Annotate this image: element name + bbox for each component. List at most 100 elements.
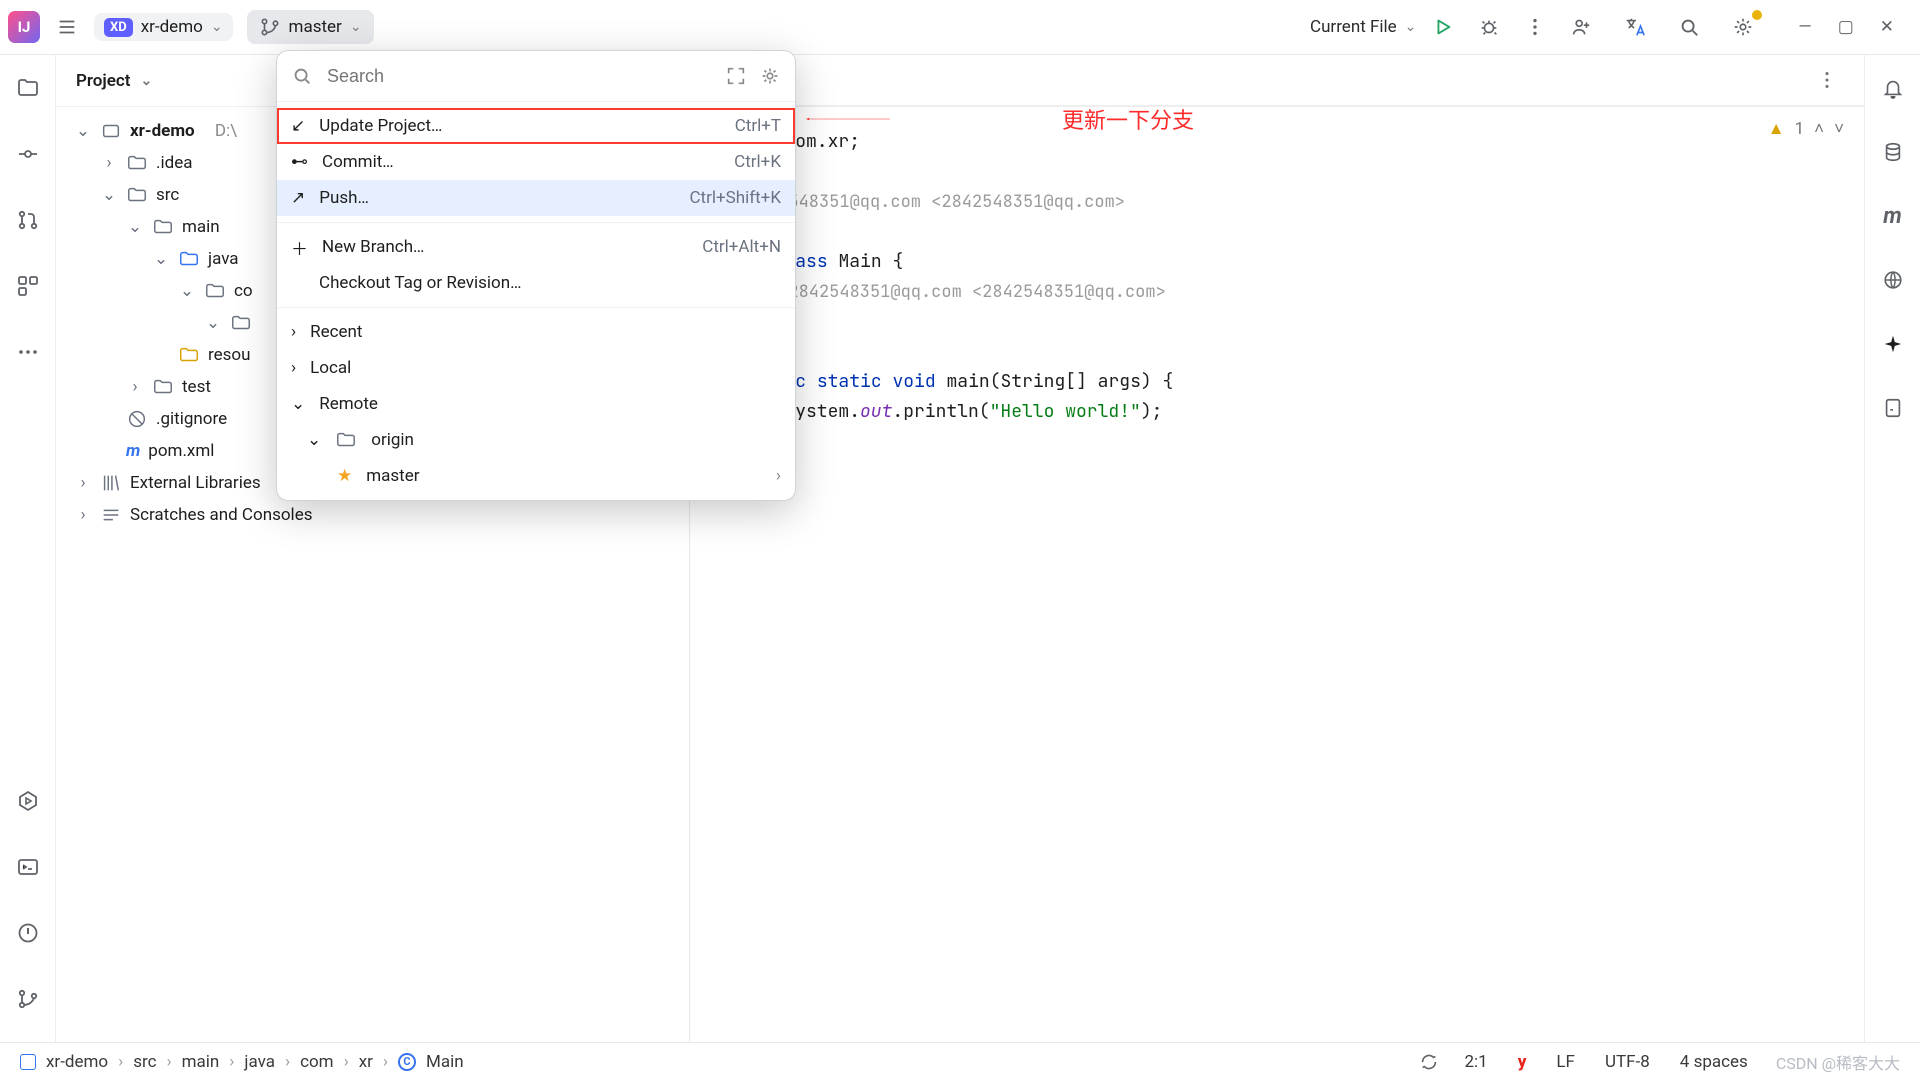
chevron-down-icon[interactable]: ˅ <box>1834 119 1844 139</box>
crumb[interactable]: src <box>133 1052 156 1072</box>
package-icon <box>204 280 226 302</box>
chevron-down-icon: ⌄ <box>211 19 223 35</box>
structure-tool-button[interactable] <box>9 267 47 305</box>
ai-tool-button[interactable] <box>1874 325 1912 363</box>
search-everywhere-button[interactable] <box>1670 8 1708 46</box>
crumb[interactable]: xr-demo <box>46 1052 108 1072</box>
menu-shortcut: Ctrl+T <box>735 116 781 136</box>
crumb[interactable]: Main <box>426 1052 464 1072</box>
menu-item-push[interactable]: ↗Push…Ctrl+Shift+K <box>277 180 795 216</box>
database-icon <box>1882 141 1904 163</box>
git-author-inline: 👤 2842548351@qq.com <2842548351@qq.com> <box>698 187 1864 217</box>
annotation-text: 更新一下分支 <box>1062 103 1194 135</box>
tree-label: src <box>156 185 179 205</box>
gear-icon[interactable] <box>759 65 781 87</box>
menu-group-local[interactable]: ›Local <box>277 350 795 386</box>
problems-tool-button[interactable] <box>9 914 47 952</box>
globe-tool-button[interactable] <box>1874 261 1912 299</box>
file-encoding[interactable]: UTF-8 <box>1605 1052 1650 1072</box>
commit-tool-button[interactable] <box>9 135 47 173</box>
tree-label: .idea <box>156 153 192 173</box>
pull-requests-tool-button[interactable] <box>9 201 47 239</box>
run-config-selector[interactable]: Current File ⌄ <box>1310 17 1416 37</box>
tree-label: co <box>234 281 253 301</box>
expand-icon[interactable] <box>725 65 747 87</box>
maven-tool-button[interactable]: m <box>1874 197 1912 235</box>
sparkle-icon <box>1882 333 1904 355</box>
translate-button[interactable] <box>1616 8 1654 46</box>
tab-options-button[interactable] <box>1808 61 1846 99</box>
ide-logo: IJ <box>8 11 40 43</box>
star-icon: ★ <box>337 466 352 486</box>
code-editor[interactable]: package com.xr; 👤 2842548351@qq.com <284… <box>690 107 1864 487</box>
crumb[interactable]: main <box>182 1052 220 1072</box>
close-button[interactable]: ✕ <box>1880 17 1894 37</box>
tree-label: resou <box>208 345 250 365</box>
branch-icon <box>16 987 40 1011</box>
folder-icon <box>335 429 357 451</box>
menu-label: Recent <box>310 322 781 342</box>
search-icon <box>291 65 313 87</box>
chevron-up-icon[interactable]: ˄ <box>1814 119 1824 139</box>
menu-label: Commit… <box>322 152 720 172</box>
more-tools-button[interactable] <box>9 333 47 371</box>
more-actions-button[interactable] <box>1516 8 1554 46</box>
git-author-inline: 👤 2842548351@qq.com <2842548351@qq.com> <box>698 277 1864 307</box>
chevron-down-icon: ⌄ <box>140 73 152 89</box>
menu-group-remote[interactable]: ⌄Remote <box>277 386 795 422</box>
chevron-down-icon: ⌄ <box>350 19 362 35</box>
code-text: (String[] args) { <box>990 370 1174 393</box>
menu-group-recent[interactable]: ›Recent <box>277 314 795 350</box>
y-indicator[interactable]: y <box>1518 1052 1527 1072</box>
terminal-tool-button[interactable] <box>9 848 47 886</box>
menu-item-origin-master[interactable]: ★master› <box>277 458 795 494</box>
structure-icon <box>16 274 40 298</box>
menu-label: New Branch… <box>322 237 688 257</box>
tree-node-scratches[interactable]: ›Scratches and Consoles <box>56 499 689 531</box>
class-crumb-icon: C <box>398 1053 416 1071</box>
push-icon: ↗ <box>291 188 305 208</box>
project-selector[interactable]: XD xr-demo ⌄ <box>94 13 233 41</box>
menu-item-update-project[interactable]: ↙Update Project…Ctrl+T <box>277 108 795 144</box>
services-tool-button[interactable] <box>9 782 47 820</box>
notifications-button[interactable] <box>1874 69 1912 107</box>
bell-icon <box>1882 77 1904 99</box>
database-tool-button[interactable] <box>1874 133 1912 171</box>
inspection-widget[interactable]: ▲ 1 ˄ ˅ <box>1768 119 1844 139</box>
main-menu-button[interactable] <box>48 8 86 46</box>
menu-label: Update Project… <box>319 116 720 136</box>
sync-icon[interactable] <box>1418 1051 1440 1073</box>
caret-position[interactable]: 2:1 <box>1464 1052 1487 1072</box>
play-icon <box>1432 16 1454 38</box>
line-separator[interactable]: LF <box>1556 1052 1575 1072</box>
menu-item-commit[interactable]: ⊷Commit…Ctrl+K <box>277 144 795 180</box>
crumb[interactable]: com <box>300 1052 334 1072</box>
menu-label: master <box>366 466 762 486</box>
git-branch-selector[interactable]: master ⌄ <box>247 10 374 44</box>
settings-button[interactable] <box>1724 8 1762 46</box>
menu-shortcut: Ctrl+Alt+N <box>702 237 781 257</box>
minimize-button[interactable]: — <box>1798 17 1811 37</box>
code-keyword: static <box>817 370 882 393</box>
menu-group-origin[interactable]: ⌄origin <box>277 422 795 458</box>
crumb[interactable]: java <box>244 1052 275 1072</box>
debug-button[interactable] <box>1470 8 1508 46</box>
vcs-tool-button[interactable] <box>9 980 47 1018</box>
title-bar: IJ XD xr-demo ⌄ master ⌄ Current File ⌄ … <box>0 0 1920 55</box>
terminal-icon <box>16 855 40 879</box>
menu-item-checkout[interactable]: Checkout Tag or Revision… <box>277 265 795 301</box>
crumb[interactable]: xr <box>359 1052 373 1072</box>
hex-play-icon <box>16 789 40 813</box>
run-button[interactable] <box>1424 8 1462 46</box>
library-icon <box>100 472 122 494</box>
maximize-button[interactable]: ▢ <box>1838 17 1854 37</box>
popup-search-input[interactable] <box>325 65 713 88</box>
git-branches-popup: ↙Update Project…Ctrl+T ⊷Commit…Ctrl+K ↗P… <box>276 50 796 501</box>
menu-item-new-branch[interactable]: ＋New Branch…Ctrl+Alt+N <box>277 229 795 265</box>
code-with-me-button[interactable] <box>1562 8 1600 46</box>
indent-setting[interactable]: 4 spaces <box>1680 1052 1748 1072</box>
project-tool-button[interactable] <box>9 69 47 107</box>
doc-tool-button[interactable] <box>1874 389 1912 427</box>
tree-label: java <box>208 249 239 269</box>
chevron-right-icon: › <box>291 358 296 378</box>
